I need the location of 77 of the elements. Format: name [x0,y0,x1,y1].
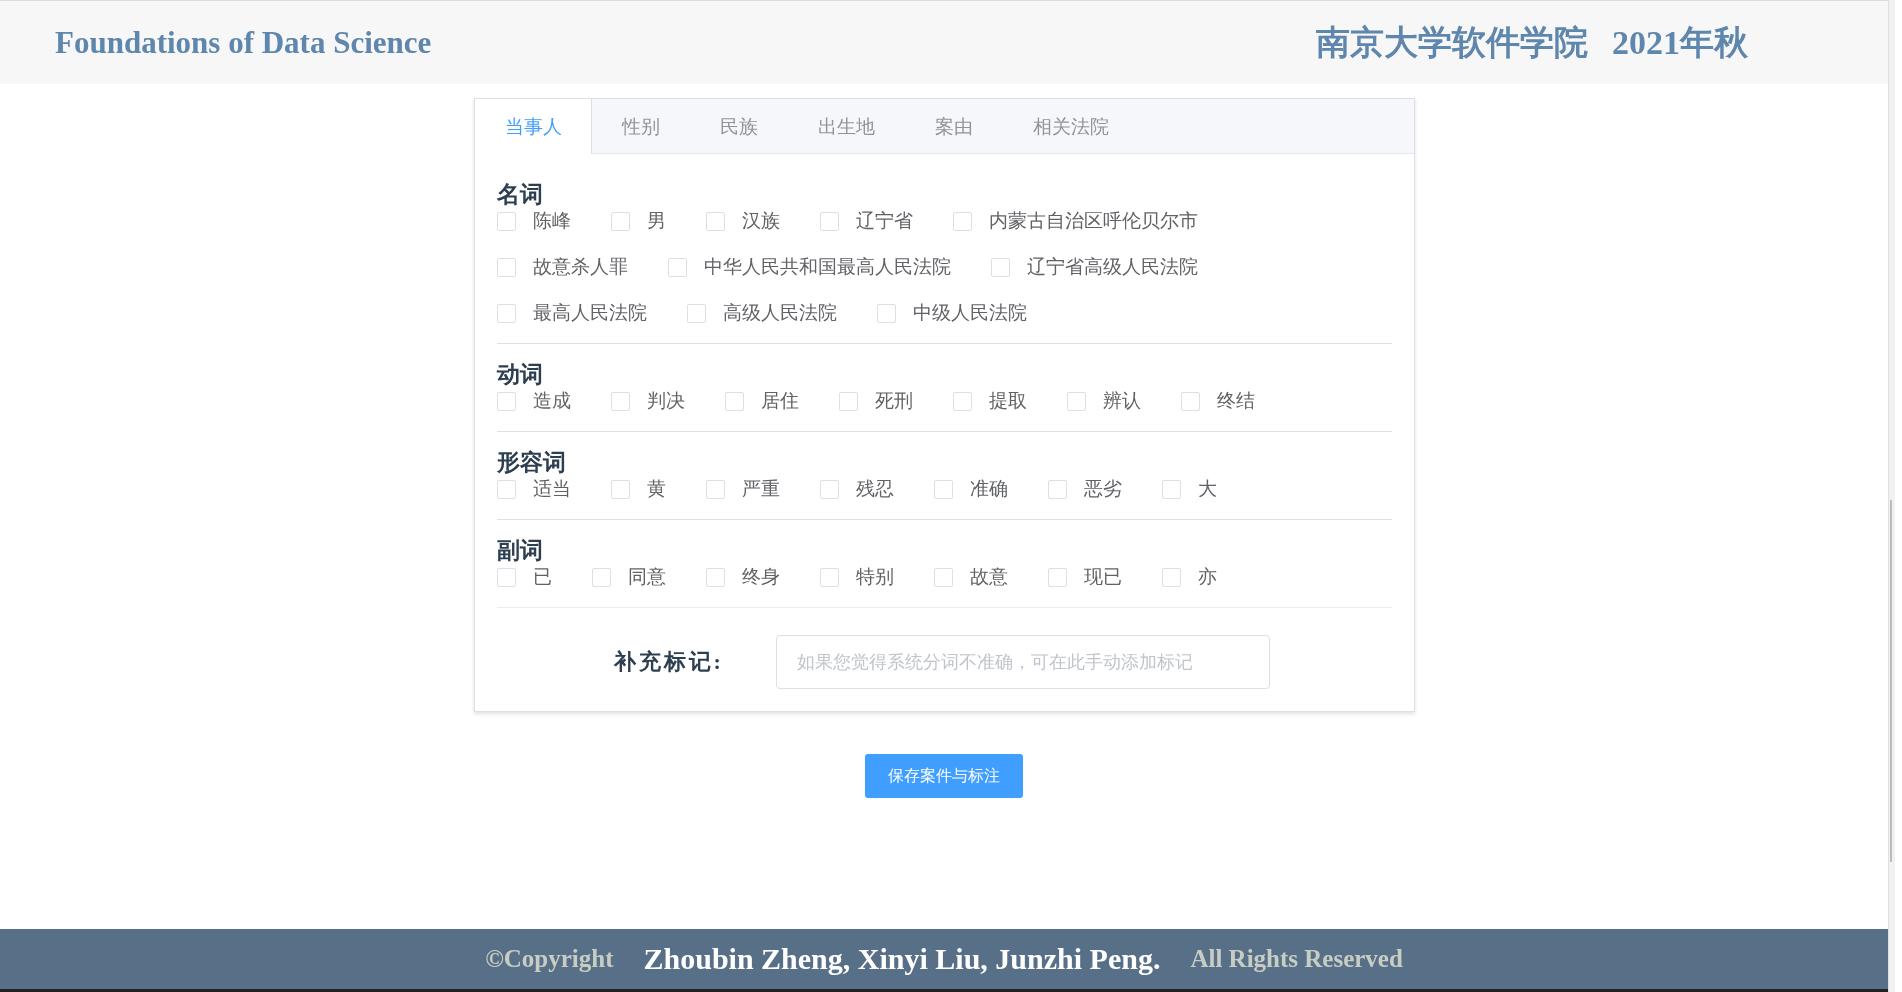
checkbox[interactable] [496,211,516,231]
checkbox-label[interactable]: 准确 [969,476,1008,502]
checkbox[interactable] [667,257,687,277]
checkbox[interactable] [838,391,858,411]
checkbox-label[interactable]: 判决 [646,388,685,414]
checkbox[interactable] [705,479,725,499]
checkbox[interactable] [1047,479,1067,499]
checkbox-label[interactable]: 严重 [741,476,780,502]
checkbox-label[interactable]: 大 [1197,476,1217,502]
school-name: 南京大学软件学院 [1316,22,1588,63]
checkbox-label[interactable]: 恶劣 [1083,476,1122,502]
checkbox-label[interactable]: 终结 [1216,388,1255,414]
checkbox-label[interactable]: 中华人民共和国最高人民法院 [703,254,951,280]
checkbox[interactable] [876,303,896,323]
checkbox[interactable] [1066,391,1086,411]
checkbox-label[interactable]: 特别 [855,564,894,590]
checkbox-label[interactable]: 终身 [741,564,780,590]
checkbox[interactable] [705,567,725,587]
checkbox-label[interactable]: 黄 [646,476,666,502]
checkbox-label[interactable]: 亦 [1197,564,1217,590]
term-label: 2021年秋 [1612,22,1748,63]
checkbox-label[interactable]: 已 [532,564,552,590]
checkbox-label[interactable]: 辽宁省高级人民法院 [1026,254,1198,280]
rights-text: All Rights Reserved [1190,945,1403,973]
checkbox-label[interactable]: 陈峰 [532,208,571,234]
checkbox-label[interactable]: 中级人民法院 [912,300,1027,326]
checkbox-label[interactable]: 死刑 [874,388,913,414]
scrollbar[interactable] [1888,0,1895,992]
checkbox[interactable] [819,567,839,587]
authors-text: Zhoubin Zheng, Xinyi Liu, Junzhi Peng. [643,942,1161,976]
checkbox-label[interactable]: 汉族 [741,208,780,234]
checkbox-label[interactable]: 提取 [988,388,1027,414]
checkbox[interactable] [952,391,972,411]
checkbox-label[interactable]: 适当 [532,476,571,502]
checkbox[interactable] [1161,479,1181,499]
checkbox[interactable] [952,211,972,231]
checkbox[interactable] [610,211,630,231]
site-title: Foundations of Data Science [55,24,432,61]
checkbox[interactable] [705,211,725,231]
section-heading: 副词 [496,537,543,565]
checkbox[interactable] [1047,567,1067,587]
checkbox-label[interactable]: 辨认 [1102,388,1141,414]
checkbox[interactable] [686,303,706,323]
checkbox[interactable] [591,567,611,587]
checkbox[interactable] [819,479,839,499]
checkbox-label[interactable]: 男 [646,208,666,234]
checkbox-label[interactable]: 残忍 [855,476,894,502]
checkbox[interactable] [933,567,953,587]
section-heading: 名词 [496,181,543,209]
checkbox-label[interactable]: 现已 [1083,564,1122,590]
checkbox-label[interactable]: 同意 [627,564,666,590]
checkbox-label[interactable]: 造成 [532,388,571,414]
checkbox[interactable] [819,211,839,231]
checkbox[interactable] [496,391,516,411]
checkbox-label[interactable]: 辽宁省 [855,208,913,234]
checkbox[interactable] [496,257,516,277]
checkbox[interactable] [1180,391,1200,411]
input-field[interactable]: 如果您觉得系统分词不准确，可在此手动添加标记 [775,635,1270,689]
checkbox-label[interactable]: 居住 [760,388,799,414]
checkbox-label[interactable]: 内蒙古自治区呼伦贝尔市 [988,208,1198,234]
checkbox[interactable] [610,479,630,499]
checkbox[interactable] [496,479,516,499]
checkbox[interactable] [990,257,1010,277]
section-heading: 动词 [496,361,543,389]
checkbox-label[interactable]: 高级人民法院 [722,300,837,326]
checkbox[interactable] [933,479,953,499]
checkbox[interactable] [496,303,516,323]
checkbox[interactable] [1161,567,1181,587]
checkbox-label[interactable]: 故意杀人罪 [532,254,628,280]
checkbox-label[interactable]: 最高人民法院 [532,300,647,326]
checkbox[interactable] [724,391,744,411]
checkbox[interactable] [496,567,516,587]
checkbox-label[interactable]: 故意 [969,564,1008,590]
field-label: 补充标记: [613,648,724,676]
section-heading: 形容词 [496,449,566,477]
copyright-text: ©Copyright [485,945,614,973]
checkbox[interactable] [610,391,630,411]
